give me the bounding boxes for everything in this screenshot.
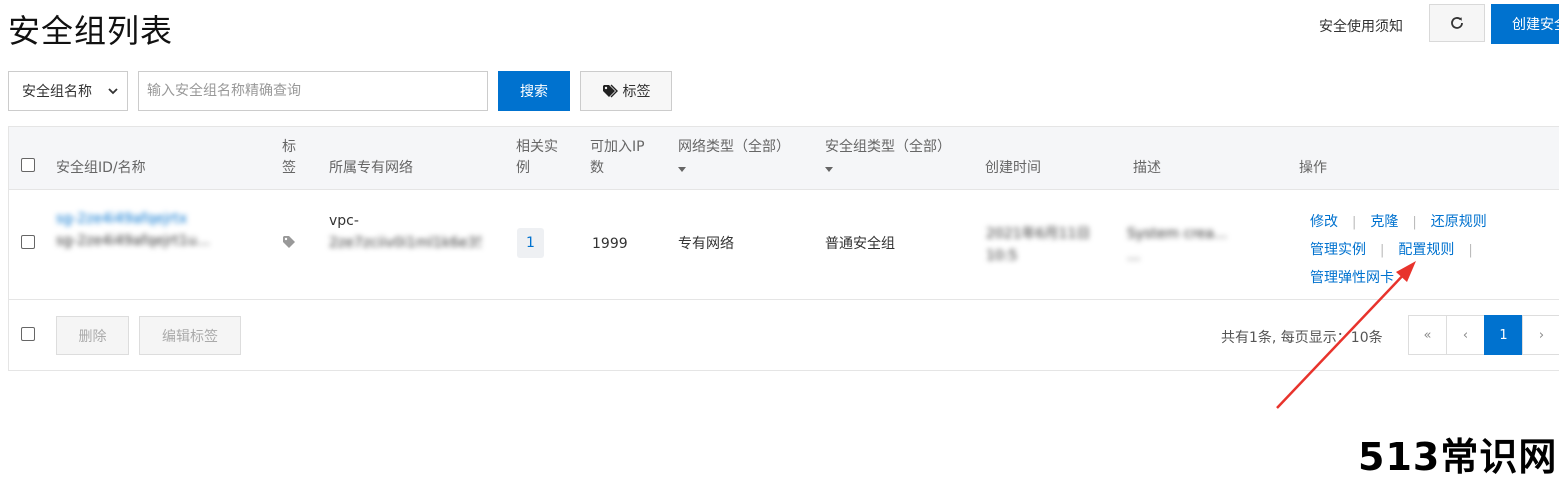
search-field-select-value: 安全组名称 <box>22 84 92 100</box>
sg-type-value: 普通安全组 <box>825 236 895 252</box>
column-created: 创建时间 <box>985 160 1041 176</box>
pager-first-button[interactable]: « <box>1408 315 1447 355</box>
security-notice-link[interactable]: 安全使用须知 <box>1319 16 1403 36</box>
column-instances-line2: 例 <box>516 160 530 176</box>
pager-prev-button[interactable]: ‹ <box>1446 315 1485 355</box>
created-time: 2021年6月11日 10:5 <box>986 223 1096 267</box>
column-ip-count: 可加入IP 数 <box>590 137 645 179</box>
tag-filter-button[interactable]: 标签 <box>580 71 672 111</box>
watermark: 513常识网 <box>1358 435 1558 479</box>
column-instances: 相关实 例 <box>516 137 558 179</box>
security-group-id[interactable]: sg-2ze4i49afqejrtx sg-2ze4i49afqejrt1u..… <box>56 208 236 252</box>
refresh-button[interactable] <box>1429 4 1485 42</box>
modify-link[interactable]: 修改 <box>1310 214 1338 230</box>
column-ip-line2: 数 <box>590 160 604 176</box>
pagination-info: 共有1条, 每页显示：10条 <box>1221 330 1383 346</box>
column-description: 描述 <box>1133 160 1161 176</box>
ip-count: 1999 <box>592 236 628 252</box>
page-title: 安全组列表 <box>8 12 174 50</box>
table-header: 安全组ID/名称 标 签 所属专有网络 相关实 例 可加入IP 数 网络类型（全… <box>9 127 1559 190</box>
action-separator: | <box>1412 215 1417 230</box>
caret-down-icon <box>678 167 686 172</box>
column-network-type-label: 网络类型（全部） <box>678 139 790 155</box>
pager-page-1[interactable]: 1 <box>1484 315 1523 355</box>
create-security-group-button[interactable]: 创建安全组 <box>1491 4 1559 44</box>
vpc-prefix: vpc- <box>329 213 359 229</box>
action-separator: | <box>1380 243 1385 258</box>
action-separator: | <box>1468 243 1473 258</box>
created-time-of-day: 10:5 <box>986 248 1018 264</box>
description-value: System crea... ... <box>1127 223 1247 267</box>
tag-icon[interactable] <box>282 235 298 249</box>
column-tag-line1: 标 <box>282 139 296 155</box>
refresh-icon <box>1451 17 1463 29</box>
row-actions: 修改 | 克隆 | 还原规则 管理实例 | 配置规则 | 管理弹性网卡 <box>1310 208 1487 291</box>
instance-count-badge[interactable]: 1 <box>517 228 544 258</box>
tag-icon <box>602 84 618 98</box>
column-vpc: 所属专有网络 <box>329 160 413 176</box>
column-tag: 标 签 <box>282 137 296 179</box>
search-field-select[interactable]: 安全组名称 <box>8 71 128 111</box>
vpc-cell[interactable]: vpc- 2ze7zciiv0i1ml1k6e35 <box>329 210 481 254</box>
tag-filter-label: 标签 <box>622 84 651 100</box>
column-network-type[interactable]: 网络类型（全部） <box>678 137 790 179</box>
table-row: sg-2ze4i49afqejrtx sg-2ze4i49afqejrt1u..… <box>9 190 1559 300</box>
column-tag-line2: 签 <box>282 160 296 176</box>
vpc-id[interactable]: 2ze7zciiv0i1ml1k6e35 <box>329 232 481 254</box>
manage-instances-link[interactable]: 管理实例 <box>1310 242 1366 258</box>
description-line1: System crea... <box>1127 226 1228 242</box>
column-sg-type[interactable]: 安全组类型（全部） <box>825 137 951 179</box>
chevron-down-icon <box>108 88 118 95</box>
delete-button[interactable]: 删除 <box>56 316 129 355</box>
restore-rules-link[interactable]: 还原规则 <box>1431 214 1487 230</box>
clone-link[interactable]: 克隆 <box>1370 214 1398 230</box>
footer-select-all-checkbox[interactable] <box>21 327 35 341</box>
row-checkbox[interactable] <box>21 235 35 249</box>
description-line2: ... <box>1127 248 1141 264</box>
column-instances-line1: 相关实 <box>516 139 558 155</box>
search-input[interactable] <box>138 71 488 111</box>
edit-tags-button[interactable]: 编辑标签 <box>139 316 241 355</box>
column-ip-line1: 可加入IP <box>590 139 645 155</box>
search-button[interactable]: 搜索 <box>498 71 570 111</box>
pager-next-button[interactable]: › <box>1522 315 1559 355</box>
manage-eni-link[interactable]: 管理弹性网卡 <box>1310 270 1394 286</box>
column-sg-type-label: 安全组类型（全部） <box>825 139 951 155</box>
select-all-checkbox[interactable] <box>21 158 35 172</box>
created-date: 2021年6月11日 <box>986 226 1091 242</box>
network-type-value: 专有网络 <box>678 236 734 252</box>
configure-rules-link[interactable]: 配置规则 <box>1398 242 1454 258</box>
action-separator: | <box>1352 215 1357 230</box>
security-group-name-line2: sg-2ze4i49afqejrt1u... <box>56 233 210 249</box>
security-group-id-line1[interactable]: sg-2ze4i49afqejrtx <box>56 208 236 230</box>
security-group-table: 安全组ID/名称 标 签 所属专有网络 相关实 例 可加入IP 数 网络类型（全… <box>8 126 1559 371</box>
column-id-name: 安全组ID/名称 <box>56 160 146 176</box>
caret-down-icon <box>825 167 833 172</box>
column-actions: 操作 <box>1299 160 1327 176</box>
